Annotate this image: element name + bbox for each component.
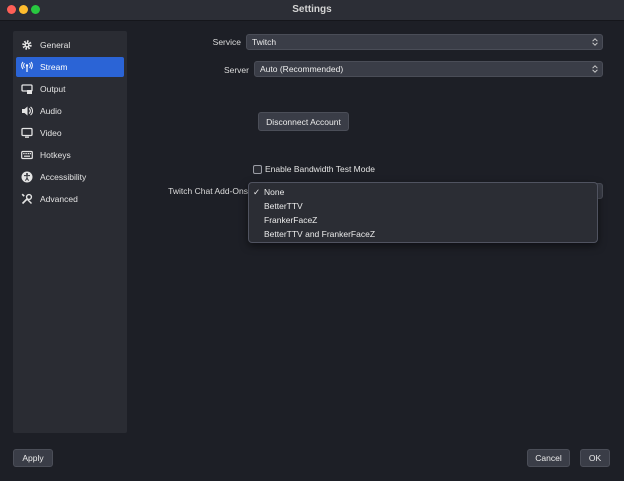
sidebar-item-hotkeys[interactable]: Hotkeys: [16, 145, 124, 165]
antenna-icon: [21, 61, 33, 73]
checkmark-icon: ✓: [253, 186, 261, 197]
speaker-icon: [21, 105, 33, 117]
chevron-up-down-icon: [590, 63, 600, 75]
sidebar-item-video[interactable]: Video: [16, 123, 124, 143]
bandwidth-test-label: Enable Bandwidth Test Mode: [265, 164, 375, 174]
disconnect-account-button[interactable]: Disconnect Account: [258, 112, 349, 131]
dropdown-option-label: BetterTTV: [264, 201, 303, 211]
ok-button[interactable]: OK: [580, 449, 610, 467]
sidebar-item-accessibility[interactable]: Accessibility: [16, 167, 124, 187]
dropdown-option-frankerfacez[interactable]: FrankerFaceZ: [253, 213, 317, 227]
window-title: Settings: [292, 4, 332, 15]
sidebar-item-label: Output: [40, 84, 66, 94]
sidebar-item-label: Stream: [40, 62, 68, 72]
sidebar-item-advanced[interactable]: Advanced: [16, 189, 124, 209]
dropdown-option-label: None: [264, 187, 285, 197]
service-select-value: Twitch: [252, 37, 277, 47]
sidebar-item-label: Accessibility: [40, 172, 87, 182]
sidebar-item-stream[interactable]: Stream: [16, 57, 124, 77]
apply-button[interactable]: Apply: [13, 449, 53, 467]
wrench-icon: [21, 193, 33, 205]
dropdown-option-label: BetterTTV and FrankerFaceZ: [264, 229, 376, 239]
chat-addons-label: Twitch Chat Add-Ons: [168, 186, 248, 196]
dropdown-option-betterttv-and-frankerfacez[interactable]: BetterTTV and FrankerFaceZ: [253, 227, 375, 241]
server-select[interactable]: Auto (Recommended): [254, 61, 603, 77]
sidebar-item-label: Video: [40, 128, 62, 138]
monitor-icon: [21, 127, 33, 139]
accessibility-icon: [21, 171, 33, 183]
sidebar-item-general[interactable]: General: [16, 35, 124, 55]
sidebar-item-label: Advanced: [40, 194, 78, 204]
gear-icon: [21, 39, 33, 51]
chat-addons-dropdown: ✓ None BetterTTV FrankerFaceZ BetterTTV …: [248, 182, 598, 243]
dropdown-option-label: FrankerFaceZ: [264, 215, 318, 225]
sidebar-item-label: General: [40, 40, 71, 50]
dropdown-option-betterttv[interactable]: BetterTTV: [253, 199, 303, 213]
bandwidth-test-checkbox[interactable]: [253, 164, 262, 174]
server-label: Server: [223, 65, 249, 75]
cancel-button[interactable]: Cancel: [527, 449, 570, 467]
service-label: Service: [212, 37, 241, 47]
service-select[interactable]: Twitch: [246, 34, 603, 50]
sidebar: General Stream Output Audio Video Hotkey…: [13, 31, 127, 433]
sidebar-item-label: Audio: [40, 106, 62, 116]
output-icon: [21, 83, 33, 95]
server-select-value: Auto (Recommended): [260, 64, 344, 74]
bandwidth-test-row[interactable]: Enable Bandwidth Test Mode: [253, 164, 375, 174]
keyboard-icon: [21, 149, 33, 161]
title-bar: Settings: [0, 0, 624, 21]
sidebar-item-label: Hotkeys: [40, 150, 71, 160]
sidebar-item-output[interactable]: Output: [16, 79, 124, 99]
dropdown-option-none[interactable]: ✓ None: [253, 185, 284, 199]
chevron-up-down-icon: [590, 36, 600, 48]
sidebar-item-audio[interactable]: Audio: [16, 101, 124, 121]
